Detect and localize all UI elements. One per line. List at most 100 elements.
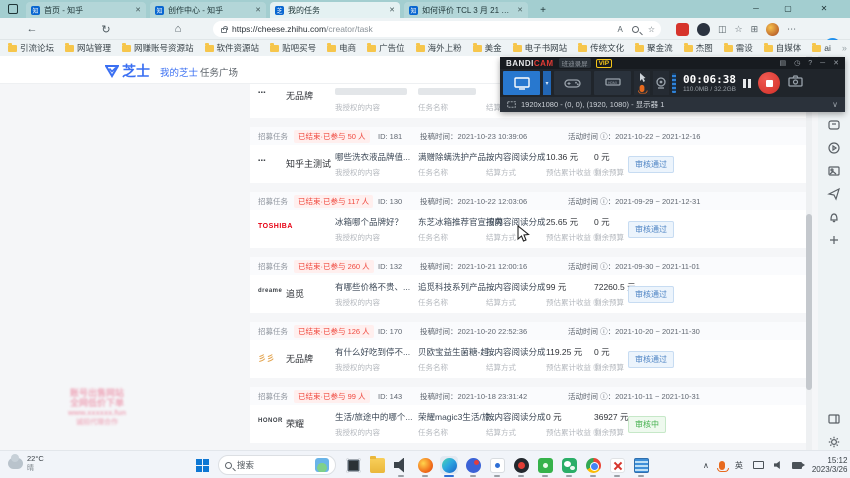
nav-task-market[interactable]: 任务广场 (200, 65, 238, 79)
split-screen-icon[interactable]: ◫ (718, 24, 727, 35)
pause-button[interactable] (743, 79, 751, 88)
settings-gear-icon[interactable] (827, 435, 841, 449)
stop-recording-button[interactable] (758, 72, 780, 94)
extension-avatar-icon[interactable] (766, 23, 779, 36)
webcam-toggle[interactable] (653, 71, 669, 95)
favorites-bar-icon[interactable]: ☆ (735, 24, 743, 35)
page-scrollbar[interactable] (806, 56, 812, 450)
notepad-icon[interactable] (632, 456, 650, 474)
sidebar-panel-icon[interactable] (827, 412, 841, 426)
bookmark-folder[interactable]: 传统文化 (578, 42, 624, 54)
authorized-content-link[interactable]: 有什么好吃到停不... (335, 346, 410, 358)
refresh-button[interactable]: ↻ (98, 21, 114, 37)
bookmark-folder[interactable]: 网赚账号资源站 (122, 42, 194, 54)
read-aloud-icon[interactable]: A (617, 25, 622, 34)
bookmark-folder[interactable]: 广告位 (367, 42, 405, 54)
bookmark-folder[interactable]: 电商 (327, 42, 356, 54)
tab-close-icon[interactable]: ✕ (135, 6, 141, 14)
file-explorer-icon[interactable] (368, 456, 386, 474)
chevron-down-icon[interactable]: ∨ (832, 100, 838, 109)
xshell-icon[interactable] (608, 456, 626, 474)
authorized-content-link[interactable]: 有哪些价格不贵、... (335, 281, 410, 293)
window-maximize-button[interactable]: ▢ (774, 0, 802, 16)
bell-icon[interactable] (827, 210, 841, 224)
media-play-icon[interactable] (827, 141, 841, 155)
more-menu-icon[interactable]: ⋯ (787, 24, 796, 35)
audit-status-button[interactable]: 审核通过 (628, 286, 674, 303)
chrome-icon[interactable] (584, 456, 602, 474)
audit-status-button[interactable]: 审核通过 (628, 156, 674, 173)
browser-tab[interactable]: 知 如何评价 TCL 3 月 21 日发布的… ✕ (404, 2, 528, 18)
weather-widget[interactable]: 22°C晴 (8, 454, 44, 473)
zhishi-logo[interactable]: 芝士 (105, 61, 150, 81)
cast-icon[interactable] (753, 461, 764, 469)
authorized-content-link[interactable]: 哪些洗衣液品牌值... (335, 151, 410, 163)
extension-dark-icon[interactable] (697, 23, 710, 36)
browser-tab[interactable]: 知 首页 - 知乎 ✕ (26, 2, 146, 18)
screenshot-button[interactable] (788, 74, 803, 92)
audio-app-icon[interactable] (392, 456, 410, 474)
bookmark-folder[interactable]: 聚金流 (635, 42, 673, 54)
bookmark-folder[interactable]: 需设 (724, 42, 753, 54)
bookmark-folder[interactable]: 电子书网站 (513, 42, 568, 54)
device-recording-mode-button[interactable]: HDMI (594, 71, 631, 95)
back-button[interactable]: ← (24, 21, 40, 37)
audit-status-button[interactable]: 审核通过 (628, 351, 674, 368)
tray-expand-icon[interactable]: ∧ (703, 461, 709, 470)
nav-my-zhishi[interactable]: 我的芝士 (160, 65, 198, 79)
cursor-effect-icon[interactable] (639, 73, 646, 82)
bookmark-folder[interactable]: 杰图 (684, 42, 713, 54)
bookmark-folder[interactable]: ai (812, 43, 831, 53)
collections-icon[interactable]: ⊞ (751, 24, 759, 35)
taskbar-search[interactable]: 搜索 (218, 455, 336, 475)
tab-close-icon[interactable]: ✕ (517, 6, 523, 14)
bandicam-status-bar[interactable]: 1920x1080 - (0, 0), (1920, 1080) - 显示器 1… (500, 97, 845, 112)
bandicam-taskbar-icon[interactable] (512, 456, 530, 474)
edge-icon[interactable] (440, 456, 458, 474)
bookmark-folder[interactable]: 软件资源站 (205, 42, 260, 54)
green-app-icon[interactable] (536, 456, 554, 474)
bookmark-folder[interactable]: 引流论坛 (8, 42, 54, 54)
schedule-icon[interactable]: ◷ (794, 59, 800, 67)
tab-close-icon[interactable]: ✕ (389, 6, 395, 14)
bandicam-close-icon[interactable]: ✕ (833, 59, 839, 67)
help-icon[interactable]: ? (808, 60, 812, 67)
address-bar[interactable]: https://cheese.zhihu.com/creator/task A … (213, 21, 661, 37)
b-app-icon[interactable] (488, 456, 506, 474)
copilot-icon[interactable] (827, 118, 841, 132)
bandicam-minimize-icon[interactable]: ─ (820, 60, 825, 67)
screen-recording-mode-button[interactable] (503, 71, 540, 95)
zoom-icon[interactable] (632, 26, 639, 33)
image-icon[interactable] (827, 164, 841, 178)
wechat-icon[interactable] (560, 456, 578, 474)
audit-status-button[interactable]: 审核通过 (628, 221, 674, 238)
window-close-button[interactable]: ✕ (810, 0, 838, 16)
favorite-star-icon[interactable]: ☆ (648, 25, 655, 34)
bookmark-folder[interactable]: 自媒体 (764, 42, 802, 54)
mic-icon[interactable] (640, 85, 645, 92)
input-language[interactable]: 英 (735, 460, 743, 471)
extension-red-icon[interactable] (676, 23, 689, 36)
authorized-content-link[interactable]: 冰箱哪个品牌好？ (335, 216, 403, 228)
bookmark-folder[interactable]: 海外上粉 (416, 42, 462, 54)
clock[interactable]: 15:122023/3/26 (812, 456, 848, 474)
bookmarks-overflow-icon[interactable]: » (842, 43, 847, 53)
task-view-button[interactable] (344, 456, 362, 474)
new-tab-button[interactable]: + (536, 3, 550, 17)
game-recording-mode-button[interactable] (554, 71, 591, 95)
browser-tab[interactable]: 芝 我的任务 ✕ (270, 2, 400, 18)
tab-actions-icon[interactable] (8, 4, 18, 14)
scrollbar-thumb[interactable] (806, 214, 812, 390)
bookmark-folder[interactable]: 网站管理 (65, 42, 111, 54)
tab-close-icon[interactable]: ✕ (255, 6, 261, 14)
window-minimize-button[interactable]: ─ (742, 0, 770, 16)
bookmark-folder[interactable]: 美金 (473, 42, 502, 54)
firefox-icon[interactable] (416, 456, 434, 474)
output-folder-icon[interactable]: ▤ (780, 59, 787, 67)
volume-icon[interactable] (774, 461, 782, 469)
send-icon[interactable] (827, 187, 841, 201)
authorized-content-link[interactable]: 生活/旅途中的哪个... (335, 411, 412, 423)
home-button[interactable]: ⌂ (170, 21, 186, 37)
tray-mic-icon[interactable] (719, 461, 725, 470)
bookmark-folder[interactable]: 贴吧买号 (270, 42, 316, 54)
